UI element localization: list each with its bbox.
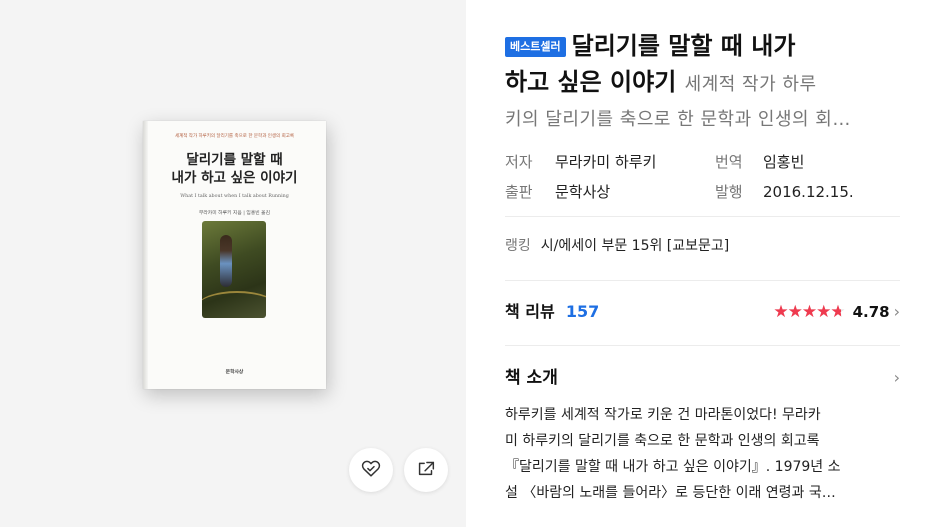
intro-header[interactable]: 책 소개 › bbox=[505, 364, 900, 392]
cover-area: 세계적 작가 하루키의 달리기를 축으로 한 문학과 인생의 회고록 달리기를 … bbox=[0, 0, 466, 527]
book-cover[interactable]: 세계적 작가 하루키의 달리기를 축으로 한 문학과 인생의 회고록 달리기를 … bbox=[143, 121, 326, 389]
publisher-label: 출판 bbox=[505, 183, 533, 201]
heart-check-icon bbox=[360, 457, 382, 483]
share-icon bbox=[415, 457, 437, 483]
intro-line: 하루키를 세계적 작가로 키운 건 마라톤이었다! 무라카 bbox=[505, 407, 821, 423]
cover-photo bbox=[202, 221, 266, 318]
wishlist-button[interactable] bbox=[349, 448, 393, 492]
cover-publisher: 문학사상 bbox=[225, 370, 244, 375]
cover-photo-runner bbox=[220, 235, 232, 287]
chevron-right-icon: › bbox=[893, 368, 900, 387]
translator-label: 번역 bbox=[715, 153, 743, 171]
intro-body: 하루키를 세계적 작가로 키운 건 마라톤이었다! 무라카 미 하루키의 달리기… bbox=[505, 402, 900, 506]
divider bbox=[505, 216, 900, 217]
intro-line: 미 하루키의 달리기를 축으로 한 문학과 인생의 회고록 bbox=[505, 433, 820, 449]
cover-tagline: 세계적 작가 하루키의 달리기를 축으로 한 문학과 인생의 회고록 bbox=[174, 134, 295, 139]
rating-value: 4.78 bbox=[852, 303, 890, 321]
title-line-1: 베스트셀러 달리기를 말할 때 내가 bbox=[505, 28, 900, 64]
meta-row-publisher: 출판 문학사상 발행 2016.12.15. bbox=[505, 177, 900, 207]
chevron-right-icon: › bbox=[893, 302, 900, 321]
cover-title-line1: 달리기를 말할 때 bbox=[186, 152, 283, 168]
author-label: 저자 bbox=[505, 153, 533, 171]
translator-value[interactable]: 임홍빈 bbox=[763, 147, 804, 177]
ranking: 랭킹 시/에세이 부문 15위 [교보문고] bbox=[505, 234, 729, 258]
divider bbox=[505, 345, 900, 346]
cover-credit: 무라카미 하루키 지음 | 임홍빈 옮김 bbox=[198, 211, 271, 216]
rating[interactable]: ★★★★★ ★★★★★ 4.78 › bbox=[773, 299, 900, 325]
review-label: 책 리뷰 bbox=[505, 302, 555, 321]
divider bbox=[505, 280, 900, 281]
cover-photo-road bbox=[202, 291, 266, 318]
book-subtitle-part1: 세계적 작가 하루 bbox=[684, 74, 817, 95]
book-title-part1: 달리기를 말할 때 내가 bbox=[571, 32, 796, 60]
cover-title-line2: 내가 하고 싶은 이야기 bbox=[171, 170, 298, 186]
rating-stars: ★★★★★ ★★★★★ bbox=[773, 299, 845, 325]
cover-title: 달리기를 말할 때 내가 하고 싶은 이야기 bbox=[143, 151, 326, 187]
title-line-2: 하고 싶은 이야기 세계적 작가 하루 bbox=[505, 64, 900, 103]
date-value: 2016.12.15. bbox=[763, 183, 854, 201]
title-block: 베스트셀러 달리기를 말할 때 내가 하고 싶은 이야기 세계적 작가 하루 키의… bbox=[505, 28, 900, 137]
review-count: 157 bbox=[565, 302, 600, 321]
share-button[interactable] bbox=[404, 448, 448, 492]
ranking-label: 랭킹 bbox=[505, 238, 531, 254]
book-meta: 저자 무라카미 하루키 번역 임홍빈 출판 문학사상 발행 2016.12.15… bbox=[505, 147, 900, 207]
review-summary[interactable]: 책 리뷰 157 ★★★★★ ★★★★★ 4.78 › bbox=[505, 299, 900, 325]
meta-row-author: 저자 무라카미 하루키 번역 임홍빈 bbox=[505, 147, 900, 177]
author-value[interactable]: 무라카미 하루키 bbox=[555, 147, 656, 177]
intro-line: 설 〈바람의 노래를 들어라〉로 등단한 이래 연령과 국… bbox=[505, 485, 836, 501]
book-subtitle-part2: 키의 달리기를 축으로 한 문학과 인생의 회… bbox=[505, 109, 851, 130]
stars-fill: ★★★★★ bbox=[773, 302, 842, 322]
publisher-value[interactable]: 문학사상 bbox=[555, 177, 610, 207]
book-title-part2: 하고 싶은 이야기 bbox=[505, 68, 677, 96]
intro-line: 『달리기를 말할 때 내가 하고 싶은 이야기』. 1979년 소 bbox=[505, 459, 841, 475]
intro-title: 책 소개 bbox=[505, 368, 558, 388]
bestseller-badge: 베스트셀러 bbox=[505, 37, 566, 57]
date-label: 발행 bbox=[715, 183, 743, 201]
cover-english-title: What I talk about when I talk about Runn… bbox=[180, 194, 289, 199]
ranking-value[interactable]: 시/에세이 부문 15위 [교보문고] bbox=[541, 238, 730, 254]
